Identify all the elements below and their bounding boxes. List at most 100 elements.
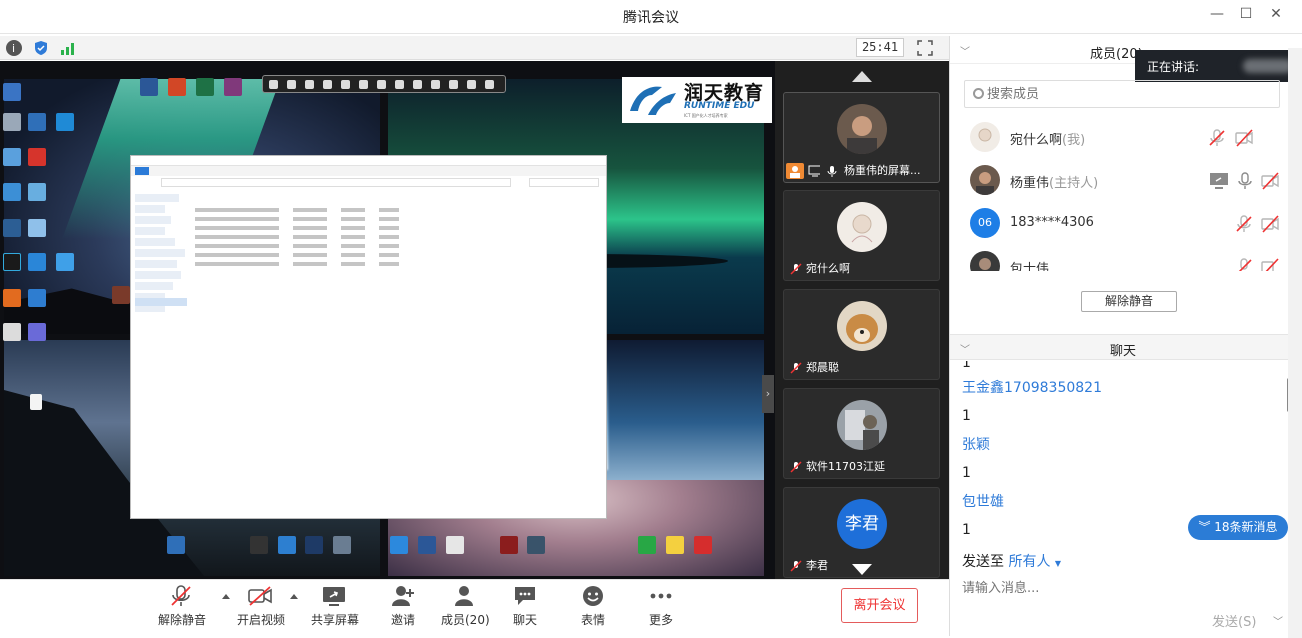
close-button[interactable]: ✕	[1265, 6, 1287, 26]
video-off-icon[interactable]	[1261, 172, 1279, 190]
video-tile[interactable]: 软件11703江延	[783, 388, 940, 479]
send-to-target[interactable]: 所有人	[1008, 554, 1050, 570]
mic-muted-icon[interactable]	[1235, 258, 1253, 271]
mic-muted-icon	[790, 362, 802, 374]
annotation-toolbar[interactable]	[262, 75, 506, 93]
video-off-icon	[248, 586, 272, 606]
collapse-video-list-button[interactable]: ›	[762, 375, 774, 413]
desktop-icon	[305, 536, 323, 554]
unmute-all-button[interactable]: 解除静音	[1081, 291, 1177, 312]
leave-meeting-button[interactable]: 离开会议	[841, 588, 918, 623]
share-screen-button[interactable]: 共享屏幕	[311, 585, 359, 633]
dropdown-caret-icon[interactable]: ▼	[1055, 559, 1061, 568]
participant-name: 宛什么啊	[806, 262, 850, 275]
video-off-icon[interactable]	[1261, 258, 1279, 271]
info-icon[interactable]: i	[6, 40, 22, 56]
chat-button[interactable]: 聊天	[511, 585, 539, 633]
member-row[interactable]: 包士伟	[950, 247, 1290, 271]
members-button[interactable]: 成员(20)	[441, 585, 490, 633]
mic-muted-icon[interactable]	[1208, 129, 1226, 147]
desktop-icon	[3, 219, 21, 237]
chat-message: 1	[962, 361, 971, 371]
desktop-icon	[3, 323, 21, 341]
pycharm-icon	[3, 253, 21, 271]
desktop-icon	[3, 113, 21, 131]
members-label: 成员(20)	[441, 613, 490, 627]
more-icon	[650, 593, 672, 599]
logo-subtitle: ICT 国产化人才培养专家	[684, 113, 728, 118]
audio-options-caret[interactable]	[222, 594, 230, 599]
chat-input[interactable]	[962, 576, 1282, 600]
fullscreen-icon[interactable]	[917, 40, 933, 56]
desktop-icon	[28, 289, 46, 307]
member-row[interactable]: 宛什么啊(我)	[950, 118, 1290, 158]
desktop-icon	[28, 219, 46, 237]
window-title: 腾讯会议	[623, 10, 679, 26]
avatar	[837, 202, 887, 252]
emoji-icon	[583, 586, 603, 606]
file-icon	[30, 394, 42, 410]
meeting-timer: 25:41	[856, 38, 904, 57]
desktop-icon	[527, 536, 545, 554]
start-video-label: 开启视频	[237, 613, 286, 627]
send-options-chevron-icon[interactable]: ﹀	[1273, 613, 1283, 628]
send-to-selector[interactable]: 发送至 所有人 ▼	[962, 551, 1061, 571]
video-tile[interactable]: 杨重伟的屏幕...	[783, 92, 940, 183]
chat-sender: 包世雄	[962, 494, 1004, 510]
desktop-icon	[56, 253, 74, 271]
desktop-icon	[3, 289, 21, 307]
speaking-label: 正在讲话:	[1147, 60, 1200, 74]
invite-label: 邀请	[390, 613, 415, 627]
side-panel: ﹀ 成员(20) 正在讲话: 宛什么啊(我) 杨重伟(主持人) 06 183**…	[949, 36, 1302, 636]
desktop-icon	[28, 253, 46, 271]
chat-panel-header: ﹀ 聊天	[950, 334, 1302, 360]
desktop-icon	[3, 83, 21, 101]
member-row[interactable]: 06 183****4306	[950, 204, 1290, 244]
video-tile[interactable]: 郑晨聪	[783, 289, 940, 380]
maximize-button[interactable]: ☐	[1235, 6, 1257, 26]
desktop-icon	[638, 536, 656, 554]
collapse-chevron-icon[interactable]: ﹀	[960, 43, 970, 58]
participant-name: 李君	[806, 559, 828, 572]
video-off-icon[interactable]	[1261, 215, 1279, 233]
mic-icon[interactable]	[1236, 172, 1254, 190]
mic-muted-icon[interactable]	[1235, 215, 1253, 233]
desktop-icon	[500, 536, 518, 554]
screen-share-icon	[1210, 173, 1228, 189]
shield-icon[interactable]	[33, 40, 49, 56]
invite-icon	[392, 586, 414, 606]
start-video-button[interactable]: 开启视频	[237, 585, 286, 633]
member-search[interactable]	[964, 80, 1280, 108]
unmute-button[interactable]: 解除静音	[158, 585, 206, 633]
desktop-icon	[390, 536, 408, 554]
runtime-logo-icon	[630, 86, 676, 115]
collapse-chevron-icon[interactable]: ﹀	[960, 341, 970, 356]
desktop-icon	[3, 183, 21, 201]
onenote-icon	[224, 78, 242, 96]
new-messages-button[interactable]: ︾ 18条新消息	[1188, 515, 1288, 540]
member-row[interactable]: 杨重伟(主持人)	[950, 161, 1290, 201]
video-tile[interactable]: 宛什么啊	[783, 190, 940, 281]
scroll-up-arrow-icon[interactable]	[852, 71, 872, 82]
member-name: 宛什么啊(我)	[1010, 133, 1086, 148]
avatar	[970, 165, 1000, 195]
video-off-icon[interactable]	[1235, 129, 1253, 147]
window-titlebar: 腾讯会议 — ☐ ✕	[0, 0, 1302, 34]
minimize-button[interactable]: —	[1206, 6, 1228, 26]
chat-message: 1	[962, 522, 971, 538]
chat-sender: 张颖	[962, 437, 990, 453]
member-search-input[interactable]	[987, 84, 1267, 104]
video-options-caret[interactable]	[290, 594, 298, 599]
desktop-icon	[278, 536, 296, 554]
scroll-down-arrow-icon[interactable]	[852, 564, 872, 575]
send-button[interactable]: 发送(S)	[1212, 611, 1256, 630]
invite-button[interactable]: 邀请	[389, 585, 417, 633]
avatar	[837, 301, 887, 351]
signal-icon[interactable]	[60, 40, 76, 56]
desktop-icon	[112, 286, 130, 304]
runtime-edu-logo: 润天教育 RUNTIME EDU ICT 国产化人才培养专家	[622, 77, 772, 123]
chat-label: 聊天	[512, 613, 537, 627]
more-button[interactable]: 更多	[647, 585, 675, 633]
mic-muted-icon	[171, 585, 191, 606]
emoji-button[interactable]: 表情	[579, 585, 607, 633]
